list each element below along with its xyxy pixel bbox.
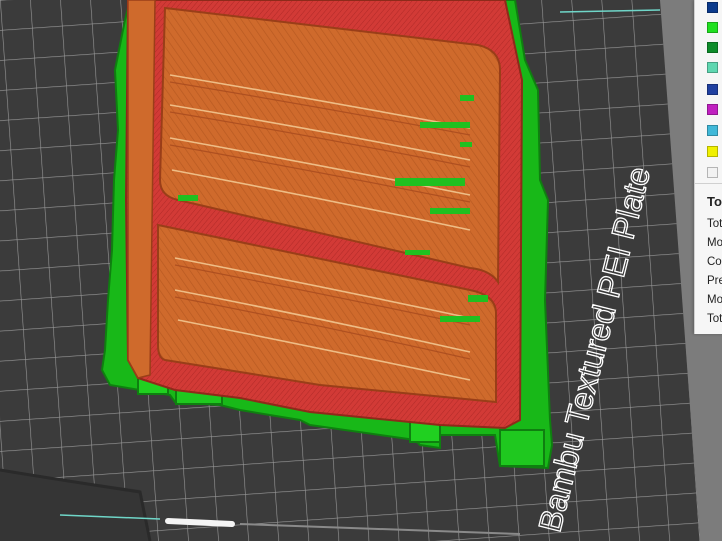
stat-row-model-2: Mo xyxy=(707,294,722,306)
stat-row-cost: Co xyxy=(707,256,722,268)
legend-swatch-dark-green xyxy=(707,42,718,53)
legend-divider xyxy=(695,183,722,184)
stat-row-prepare: Pre xyxy=(707,275,722,287)
printed-part xyxy=(124,0,524,430)
legend-swatch-navy xyxy=(707,84,718,95)
legend-swatch-bright-green xyxy=(707,22,718,33)
legend-swatch-dark-blue xyxy=(707,2,718,13)
legend-swatch-white xyxy=(707,167,718,178)
3d-viewport[interactable]: Bambu Textured PEI Plate xyxy=(0,0,722,541)
stats-header: To xyxy=(707,194,722,209)
stat-row-total: Tot xyxy=(707,218,722,230)
legend-swatch-magenta xyxy=(707,104,718,115)
legend-panel: To Tot Mo Co Pre Mo Tot xyxy=(694,0,722,334)
legend-swatch-teal xyxy=(707,62,718,73)
stat-row-total-2: Tot xyxy=(707,313,722,325)
legend-swatch-cyan xyxy=(707,125,718,136)
legend-swatch-yellow xyxy=(707,146,718,157)
stat-row-model: Mo xyxy=(707,237,722,249)
